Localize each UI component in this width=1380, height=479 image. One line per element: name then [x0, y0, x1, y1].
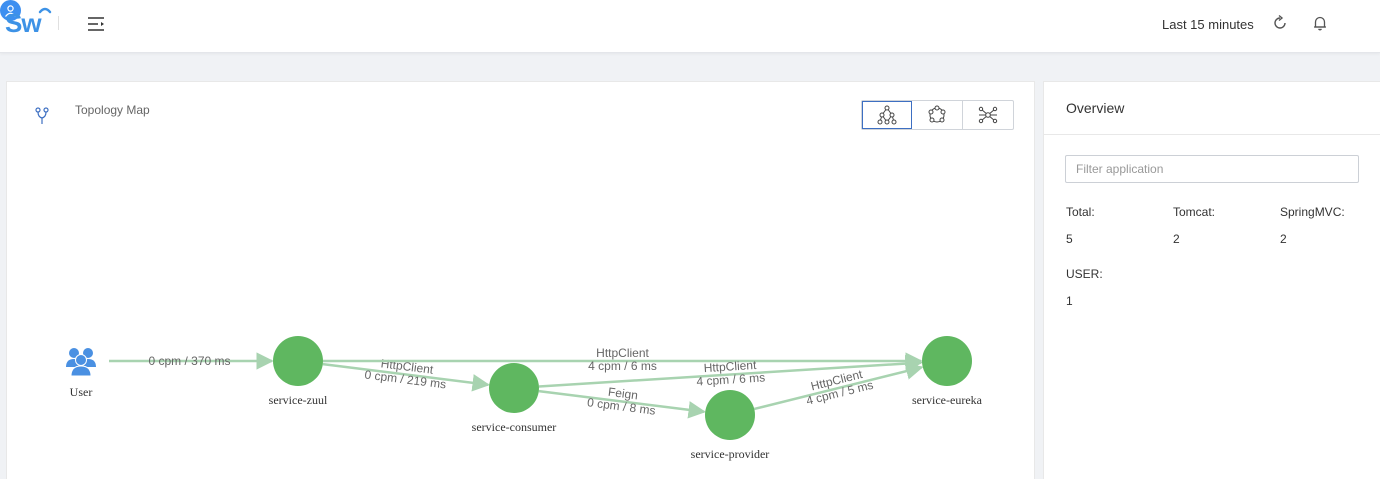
node-label: User: [70, 385, 93, 399]
bell-icon[interactable]: [1311, 14, 1329, 32]
node-eureka[interactable]: service-eureka: [912, 336, 983, 407]
service-node-circle: [705, 390, 755, 440]
top-bar: Sw Last 15 minutes: [0, 0, 1380, 53]
topology-graph[interactable]: 0 cpm / 370 ms HttpClient0 cpm / 219 msHt…: [7, 82, 1036, 479]
service-node-circle: [489, 363, 539, 413]
edge-metric-label: 4 cpm / 6 ms: [588, 359, 657, 373]
node-user[interactable]: User: [66, 348, 96, 399]
filter-application-input[interactable]: [1065, 155, 1359, 183]
users-icon: [66, 348, 96, 377]
stat-springmvc-label: SpringMVC:: [1280, 205, 1345, 219]
overview-title: Overview: [1066, 100, 1125, 116]
time-range-label[interactable]: Last 15 minutes: [1162, 17, 1254, 32]
logo-swoosh-icon: [38, 7, 52, 14]
node-label: service-consumer: [472, 420, 557, 434]
edge-label-zuul-eureka: HttpClient4 cpm / 6 ms: [588, 346, 657, 373]
node-consumer[interactable]: service-consumer: [472, 363, 557, 434]
edge-label-consumer-provider: Feign0 cpm / 8 ms: [586, 385, 656, 418]
stat-tomcat-label: Tomcat:: [1173, 205, 1216, 219]
stat-user-label: USER:: [1066, 267, 1103, 281]
edge-label-provider-eureka: HttpClient4 cpm / 5 ms: [805, 367, 875, 408]
edge-metric-label: 0 cpm / 370 ms: [148, 354, 230, 368]
logo-divider: [58, 16, 59, 30]
edge-metric-label: 4 cpm / 6 ms: [696, 370, 765, 388]
edge-label-consumer-eureka: HttpClient4 cpm / 6 ms: [696, 358, 765, 389]
skywalking-logo[interactable]: Sw: [5, 7, 53, 38]
edge-label-user-zuul: 0 cpm / 370 ms: [148, 354, 230, 368]
logo-text: Sw: [5, 8, 42, 38]
node-provider[interactable]: service-provider: [691, 390, 770, 461]
node-label: service-eureka: [912, 393, 983, 407]
node-zuul[interactable]: service-zuul: [269, 336, 328, 407]
stat-total-value: 5: [1066, 232, 1073, 246]
service-node-circle: [273, 336, 323, 386]
service-node-circle: [922, 336, 972, 386]
edge-metric-label: 0 cpm / 8 ms: [586, 395, 656, 417]
overview-divider: [1044, 134, 1380, 135]
reload-icon[interactable]: [1271, 14, 1289, 32]
overview-panel: Overview Total: 5 Tomcat: 2 SpringMVC: 2…: [1043, 81, 1380, 479]
stat-springmvc-value: 2: [1280, 232, 1287, 246]
stat-tomcat-value: 2: [1173, 232, 1180, 246]
node-label: service-provider: [691, 447, 770, 461]
menu-toggle-icon[interactable]: [86, 14, 106, 34]
node-label: service-zuul: [269, 393, 328, 407]
stat-total-label: Total:: [1066, 205, 1095, 219]
stat-user-value: 1: [1066, 294, 1073, 308]
edge-component-label: HttpClient: [596, 346, 649, 360]
topology-card: Topology Map 0 cpm / 370 ms HttpClient 0…: [6, 81, 1035, 479]
